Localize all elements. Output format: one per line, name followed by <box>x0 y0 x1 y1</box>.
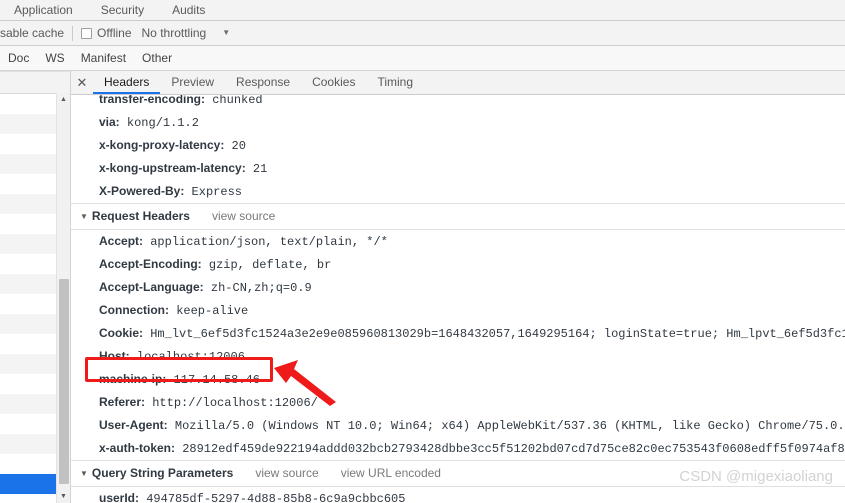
header-value: 20 <box>224 139 246 153</box>
header-row: Accept: application/json, text/plain, */… <box>71 230 845 253</box>
header-value: application/json, text/plain, */* <box>143 235 388 249</box>
network-conditions-toolbar: sable cache Offline No throttling ▼ <box>0 21 845 46</box>
header-row: Referer: http://localhost:12006/ <box>71 391 845 414</box>
chevron-down-icon[interactable]: ▼ <box>80 461 88 486</box>
header-row: machine-ip: 117.14.58.46 <box>71 368 845 391</box>
tab-headers[interactable]: Headers <box>93 71 161 94</box>
header-value: 494785df-5297-4d88-85b8-6c9a9cbbc605 <box>139 492 406 503</box>
header-name: userId: <box>99 491 140 503</box>
header-row: userId: 494785df-5297-4d88-85b8-6c9a9cbb… <box>71 487 845 503</box>
offline-label[interactable]: Offline <box>97 26 131 40</box>
resource-type-filter-bar: Doc WS Manifest Other <box>0 46 845 71</box>
filter-type-other[interactable]: Other <box>134 51 180 65</box>
header-value: 117.14.58.46 <box>166 373 260 387</box>
header-value: Hm_lvt_6ef5d3fc1524a3e2e9e085960813029b=… <box>143 327 845 341</box>
headers-scroll-area[interactable]: transfer-encoding: chunked via: kong/1.1.… <box>71 95 845 503</box>
panel-tab-application[interactable]: Application <box>0 0 87 20</box>
header-value: kong/1.1.2 <box>119 116 199 130</box>
tab-cookies[interactable]: Cookies <box>301 71 366 94</box>
header-name: x-auth-token: <box>99 441 175 455</box>
filter-type-doc[interactable]: Doc <box>0 51 37 65</box>
scrollbar-thumb[interactable] <box>59 279 69 484</box>
header-row: x-auth-token: 28912edf459de922194addd032… <box>71 437 845 460</box>
header-name: via: <box>99 115 120 129</box>
header-row: Host: localhost:12006 <box>71 345 845 368</box>
request-headers-list: Accept: application/json, text/plain, */… <box>71 230 845 460</box>
header-value: gzip, deflate, br <box>201 258 332 272</box>
header-value: http://localhost:12006/ <box>145 396 318 410</box>
view-url-encoded-link[interactable]: view URL encoded <box>341 466 441 480</box>
section-title: Query String Parameters <box>91 466 234 480</box>
scroll-down-icon[interactable]: ▼ <box>57 490 70 503</box>
header-name: Accept-Encoding: <box>99 257 202 271</box>
panel-tab-audits[interactable]: Audits <box>158 0 219 20</box>
chevron-down-icon[interactable]: ▼ <box>222 29 230 37</box>
tab-preview[interactable]: Preview <box>160 71 225 94</box>
header-row: User-Agent: Mozilla/5.0 (Windows NT 10.0… <box>71 414 845 437</box>
section-title: Request Headers <box>91 209 190 223</box>
watermark: CSDN @migexiaoliang <box>679 468 833 485</box>
header-row: X-Powered-By: Express <box>71 180 845 203</box>
request-list-header <box>0 72 70 94</box>
header-value: zh-CN,zh;q=0.9 <box>203 281 312 295</box>
headers-content: transfer-encoding: chunked via: kong/1.1.… <box>71 95 845 503</box>
header-row: x-kong-upstream-latency: 21 <box>71 157 845 180</box>
header-name: Accept-Language: <box>99 280 204 294</box>
header-name: Connection: <box>99 303 169 317</box>
response-headers-list: transfer-encoding: chunked via: kong/1.1.… <box>71 95 845 203</box>
header-value: Mozilla/5.0 (Windows NT 10.0; Win64; x64… <box>167 419 845 433</box>
header-name: x-kong-upstream-latency: <box>99 161 246 175</box>
header-name: Host: <box>99 349 130 363</box>
header-value: 28912edf459de922194addd032bcb2793428dbbe… <box>175 442 845 456</box>
header-name: User-Agent: <box>99 418 168 432</box>
devtools-panel-tabbar: Application Security Audits <box>0 0 845 21</box>
view-source-link[interactable]: view source <box>255 466 318 480</box>
header-value: 21 <box>245 162 268 176</box>
throttling-select-value[interactable]: No throttling <box>142 26 207 40</box>
header-row: Accept-Encoding: gzip, deflate, br <box>71 253 845 276</box>
header-row: Accept-Language: zh-CN,zh;q=0.9 <box>71 276 845 299</box>
header-row: via: kong/1.1.2 <box>71 111 845 134</box>
filter-type-manifest[interactable]: Manifest <box>73 51 134 65</box>
request-detail-pane: ✕ Headers Preview Response Cookies Timin… <box>71 71 845 503</box>
header-name: X-Powered-By: <box>99 184 185 198</box>
filter-type-ws[interactable]: WS <box>37 51 72 65</box>
header-value: localhost:12006 <box>129 350 245 364</box>
scroll-up-icon[interactable]: ▲ <box>57 93 70 106</box>
header-value: keep-alive <box>169 304 249 318</box>
header-name: Referer: <box>99 395 146 409</box>
view-source-link[interactable]: view source <box>212 209 275 223</box>
disable-cache-label[interactable]: sable cache <box>0 26 64 40</box>
request-detail-tabbar: ✕ Headers Preview Response Cookies Timin… <box>71 71 845 95</box>
close-icon[interactable]: ✕ <box>71 76 93 89</box>
devtools-network-panel: Application Security Audits sable cache … <box>0 0 845 503</box>
header-name: transfer-encoding: <box>99 95 206 106</box>
header-value: chunked <box>205 95 263 107</box>
tab-response[interactable]: Response <box>225 71 301 94</box>
header-name: x-kong-proxy-latency: <box>99 138 225 152</box>
section-request-headers[interactable]: ▼ Request Headers view source <box>71 203 845 230</box>
tab-timing[interactable]: Timing <box>366 71 424 94</box>
header-row: Connection: keep-alive <box>71 299 845 322</box>
header-value: Express <box>184 185 242 199</box>
request-list-scrollbar[interactable]: ▲ ▼ <box>56 93 70 503</box>
header-row: transfer-encoding: chunked <box>71 95 845 111</box>
chevron-down-icon[interactable]: ▼ <box>80 204 88 229</box>
query-params-list: userId: 494785df-5297-4d88-85b8-6c9a9cbb… <box>71 487 845 503</box>
toolbar-divider <box>72 25 74 41</box>
header-name: machine-ip: <box>99 372 167 386</box>
header-row: Cookie: Hm_lvt_6ef5d3fc1524a3e2e9e085960… <box>71 322 845 345</box>
header-name: Accept: <box>99 234 144 248</box>
header-name: Cookie: <box>99 326 144 340</box>
offline-checkbox[interactable] <box>81 27 93 39</box>
header-row: x-kong-proxy-latency: 20 <box>71 134 845 157</box>
panel-tab-security[interactable]: Security <box>87 0 158 20</box>
